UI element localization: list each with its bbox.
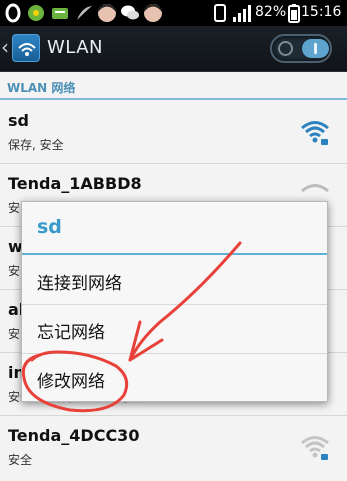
keyboard-icon: [52, 8, 68, 19]
battery-percent: 82%: [255, 4, 287, 20]
dialog-title-bar: sd: [22, 202, 327, 255]
opera-icon: [5, 3, 21, 23]
avatar-icon-2: [144, 4, 162, 22]
section-header-label: WLAN 网络: [7, 81, 76, 95]
forget-network-option[interactable]: 忘记网络: [22, 306, 327, 354]
avatar-icon: [98, 4, 116, 22]
feather-icon: [77, 6, 92, 20]
network-row-sd[interactable]: sd 保存, 安全: [0, 102, 347, 164]
wechat-icon: [121, 5, 139, 20]
wifi-signal-locked-icon: [301, 121, 329, 145]
clock: 15:16: [301, 4, 342, 20]
app-notification-icon: [28, 5, 44, 21]
network-security: 保存, 安全: [8, 138, 64, 152]
network-ssid: Tenda_1ABBD8: [8, 174, 142, 193]
network-security: 安: [8, 264, 21, 278]
network-security: 安全: [8, 453, 33, 467]
network-security: 安: [8, 327, 21, 341]
wifi-settings-icon[interactable]: [12, 34, 40, 62]
action-bar: ‹ WLAN: [0, 26, 347, 72]
network-ssid: Tenda_4DCC30: [8, 426, 140, 445]
wifi-icon: [18, 43, 36, 56]
section-header: WLAN 网络: [0, 72, 347, 100]
dialog-title: sd: [37, 216, 62, 238]
network-row[interactable]: Tenda_4DCC30 安全: [0, 417, 347, 479]
wifi-signal-locked-icon: [301, 436, 329, 460]
toggle-off-indicator: [278, 41, 293, 56]
option-label: 连接到网络: [37, 274, 122, 294]
network-ssid: sd: [8, 111, 29, 130]
status-bar: 82% 15:16: [0, 0, 347, 26]
phone-vibrate-icon: [214, 4, 226, 22]
signal-strength-icon: [233, 5, 251, 22]
modify-network-option[interactable]: 修改网络: [22, 355, 327, 403]
connect-network-option[interactable]: 连接到网络: [22, 257, 327, 305]
option-label: 忘记网络: [37, 323, 105, 343]
wlan-toggle[interactable]: [270, 34, 332, 63]
option-label: 修改网络: [37, 372, 105, 392]
network-options-dialog: sd 连接到网络 忘记网络 修改网络: [21, 201, 328, 402]
toggle-on-indicator: [302, 39, 329, 58]
network-security: 安: [8, 201, 21, 215]
page-title: WLAN: [47, 37, 104, 58]
back-chevron-icon[interactable]: ‹: [1, 35, 9, 59]
